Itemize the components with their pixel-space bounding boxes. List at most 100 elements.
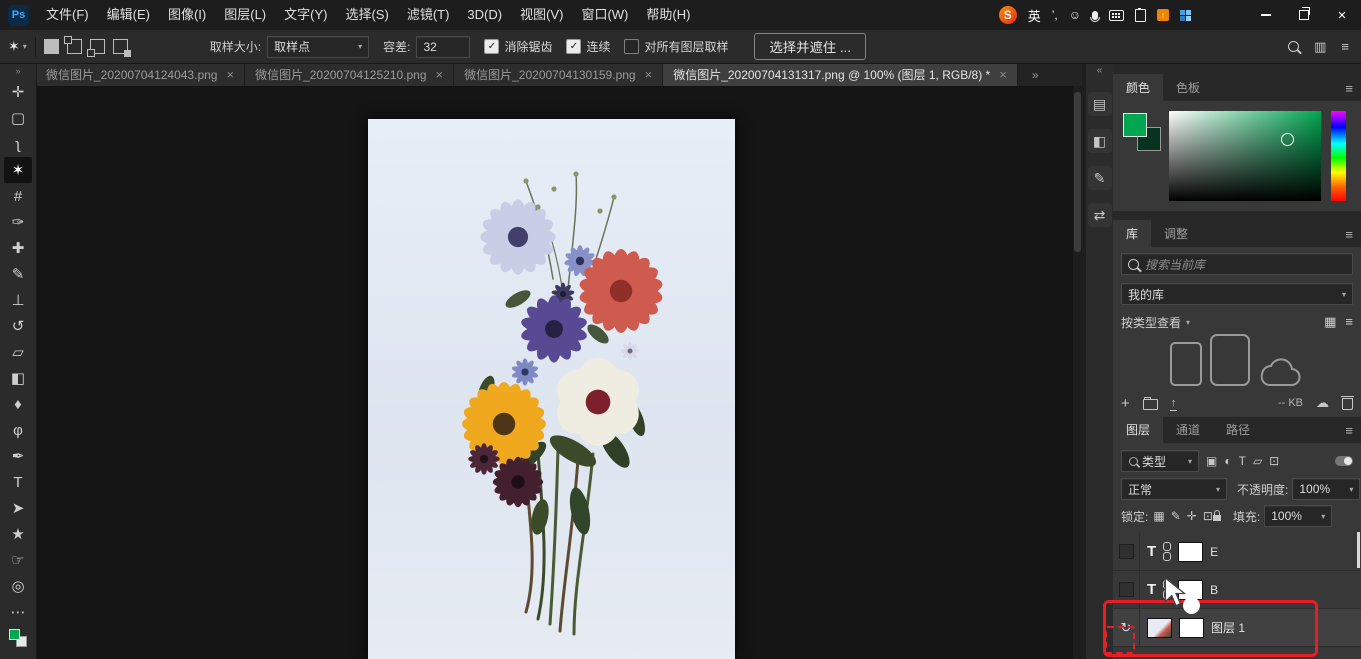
list-view-icon[interactable]: ≡: [1345, 314, 1353, 330]
add-to-selection-icon[interactable]: [67, 39, 82, 54]
eye-toggle-icon[interactable]: [1119, 544, 1134, 559]
lock-artboard-icon[interactable]: ⊡: [1203, 509, 1213, 523]
subtract-from-selection-icon[interactable]: [90, 39, 105, 54]
tool-path-selection[interactable]: ➤: [4, 495, 32, 521]
tool-brush[interactable]: ✎: [4, 261, 32, 287]
foreground-color-swatch[interactable]: [1123, 113, 1147, 137]
ime-toolbox-icon[interactable]: [1180, 10, 1191, 21]
menu-item-3[interactable]: 图层(L): [215, 0, 275, 30]
tool-hand[interactable]: ☞: [4, 547, 32, 573]
tab-close-icon[interactable]: ×: [226, 68, 234, 81]
menu-item-10[interactable]: 帮助(H): [637, 0, 699, 30]
tool-pen[interactable]: ✒: [4, 443, 32, 469]
canvas-vertical-scrollbar[interactable]: [1073, 86, 1082, 659]
toolbar-color-swatches[interactable]: [9, 629, 27, 647]
foreground-color-mini-swatch[interactable]: [9, 629, 20, 640]
document-image[interactable]: [368, 119, 735, 659]
tool-spot-healing-brush[interactable]: ✚: [4, 235, 32, 261]
eye-toggle-icon[interactable]: [1119, 582, 1134, 597]
layer-name[interactable]: B: [1210, 583, 1218, 597]
grid-view-icon[interactable]: ▦: [1324, 314, 1336, 330]
lock-all-icon[interactable]: [1213, 515, 1221, 521]
panel-scrollbar-thumb[interactable]: [1357, 532, 1360, 568]
filter-smart-objects-icon[interactable]: ⊡: [1269, 454, 1279, 468]
layer-row-b[interactable]: T B: [1113, 571, 1361, 609]
lock-position-icon[interactable]: ✛: [1187, 509, 1197, 523]
tool-type[interactable]: T: [4, 469, 32, 495]
dock-properties-icon[interactable]: ▤: [1088, 92, 1112, 116]
menu-item-5[interactable]: 选择(S): [336, 0, 397, 30]
lock-transparency-icon[interactable]: ▦: [1153, 509, 1164, 523]
panel-tab-颜色[interactable]: 颜色: [1113, 74, 1163, 101]
tool-zoom[interactable]: ◎: [4, 573, 32, 599]
filter-type-layers-icon[interactable]: T: [1239, 454, 1246, 468]
layer-row-layer1[interactable]: ↻ 图层 1: [1113, 609, 1361, 647]
workspace-switcher-icon[interactable]: ▥: [1314, 39, 1326, 55]
ime-keyboard-icon[interactable]: [1109, 10, 1124, 21]
panel-tab-路径[interactable]: 路径: [1213, 416, 1263, 443]
menu-item-9[interactable]: 窗口(W): [572, 0, 637, 30]
ime-language-toggle[interactable]: 英: [1028, 6, 1041, 25]
tool-magic-wand[interactable]: ✶: [4, 157, 32, 183]
filter-shape-layers-icon[interactable]: ▱: [1253, 454, 1262, 468]
tool-gradient[interactable]: ◧: [4, 365, 32, 391]
menu-item-6[interactable]: 滤镜(T): [398, 0, 459, 30]
dock-adjustments-icon[interactable]: ◧: [1088, 129, 1112, 153]
tool-lasso[interactable]: ʅ: [4, 131, 32, 157]
more-tabs-icon[interactable]: »: [1032, 68, 1039, 82]
tool-eraser[interactable]: ▱: [4, 339, 32, 365]
dock-brush-settings-icon[interactable]: ✎: [1088, 166, 1112, 190]
document-tab-0[interactable]: 微信图片_20200704124043.png×: [36, 63, 245, 86]
upload-icon[interactable]: ↑: [1171, 398, 1177, 408]
sogou-logo-icon[interactable]: S: [999, 6, 1017, 24]
contiguous-checkbox[interactable]: ✓连续: [566, 38, 610, 55]
filter-adjustment-layers-icon[interactable]: ◐: [1224, 454, 1231, 468]
libraries-panel-menu-icon[interactable]: ≡: [1345, 227, 1353, 242]
visibility-cell[interactable]: ↻: [1113, 609, 1140, 646]
menu-item-0[interactable]: 文件(F): [37, 0, 98, 30]
layer-filter-toggle[interactable]: [1335, 456, 1353, 466]
ime-emoji-icon[interactable]: ☺: [1069, 8, 1081, 22]
layer-row-e[interactable]: T E: [1113, 533, 1361, 571]
tab-close-icon[interactable]: ×: [436, 68, 444, 81]
intersect-selection-icon[interactable]: [113, 39, 128, 54]
layer-name[interactable]: 图层 1: [1211, 619, 1245, 636]
menu-item-4[interactable]: 文字(Y): [275, 0, 336, 30]
sync-icon[interactable]: ↻: [1121, 620, 1132, 636]
library-search-input[interactable]: 搜索当前库: [1121, 253, 1353, 275]
menu-item-2[interactable]: 图像(I): [159, 0, 215, 30]
tool-eyedropper[interactable]: ✑: [4, 209, 32, 235]
cloud-sync-icon[interactable]: ☁: [1316, 395, 1329, 411]
scrollbar-thumb[interactable]: [1074, 92, 1081, 252]
new-selection-icon[interactable]: [44, 39, 59, 54]
delete-icon[interactable]: [1342, 398, 1353, 410]
tool-preset-picker[interactable]: ✶▾: [8, 38, 27, 55]
document-tab-2[interactable]: 微信图片_20200704130159.png×: [454, 63, 663, 86]
tool-edit-toolbar[interactable]: ⋯: [4, 599, 32, 625]
expand-dock-icon[interactable]: «: [1097, 63, 1103, 79]
tool-custom-shape[interactable]: ★: [4, 521, 32, 547]
canvas-area[interactable]: [36, 86, 1082, 659]
ime-punctuation-icon[interactable]: ’,: [1052, 8, 1058, 22]
lock-paint-icon[interactable]: ✎: [1171, 509, 1181, 523]
menu-item-1[interactable]: 编辑(E): [98, 0, 159, 30]
document-tab-3[interactable]: 微信图片_20200704131317.png @ 100% (图层 1, RG…: [663, 63, 1018, 86]
tool-move[interactable]: ✛: [4, 79, 32, 105]
saturation-brightness-field[interactable]: [1169, 111, 1321, 201]
new-group-icon[interactable]: [1143, 399, 1158, 410]
panel-tab-图层[interactable]: 图层: [1113, 416, 1163, 443]
sample-size-select[interactable]: 取样点▾: [267, 36, 369, 58]
tool-crop[interactable]: #: [4, 183, 32, 209]
tool-history-brush[interactable]: ↺: [4, 313, 32, 339]
tab-close-icon[interactable]: ×: [645, 68, 653, 81]
tool-clone-stamp[interactable]: ⊥: [4, 287, 32, 313]
search-icon[interactable]: [1288, 41, 1299, 52]
library-select[interactable]: 我的库▾: [1121, 283, 1353, 305]
color-panel-menu-icon[interactable]: ≡: [1345, 81, 1353, 96]
text-layer-thumbnail[interactable]: T: [1147, 581, 1156, 598]
tool-rectangular-marquee[interactable]: ▢: [4, 105, 32, 131]
visibility-cell[interactable]: [1113, 571, 1140, 608]
fill-select[interactable]: 100%▾: [1264, 505, 1332, 527]
add-content-icon[interactable]: +: [1121, 396, 1130, 411]
tool-blur[interactable]: ♦: [4, 391, 32, 417]
